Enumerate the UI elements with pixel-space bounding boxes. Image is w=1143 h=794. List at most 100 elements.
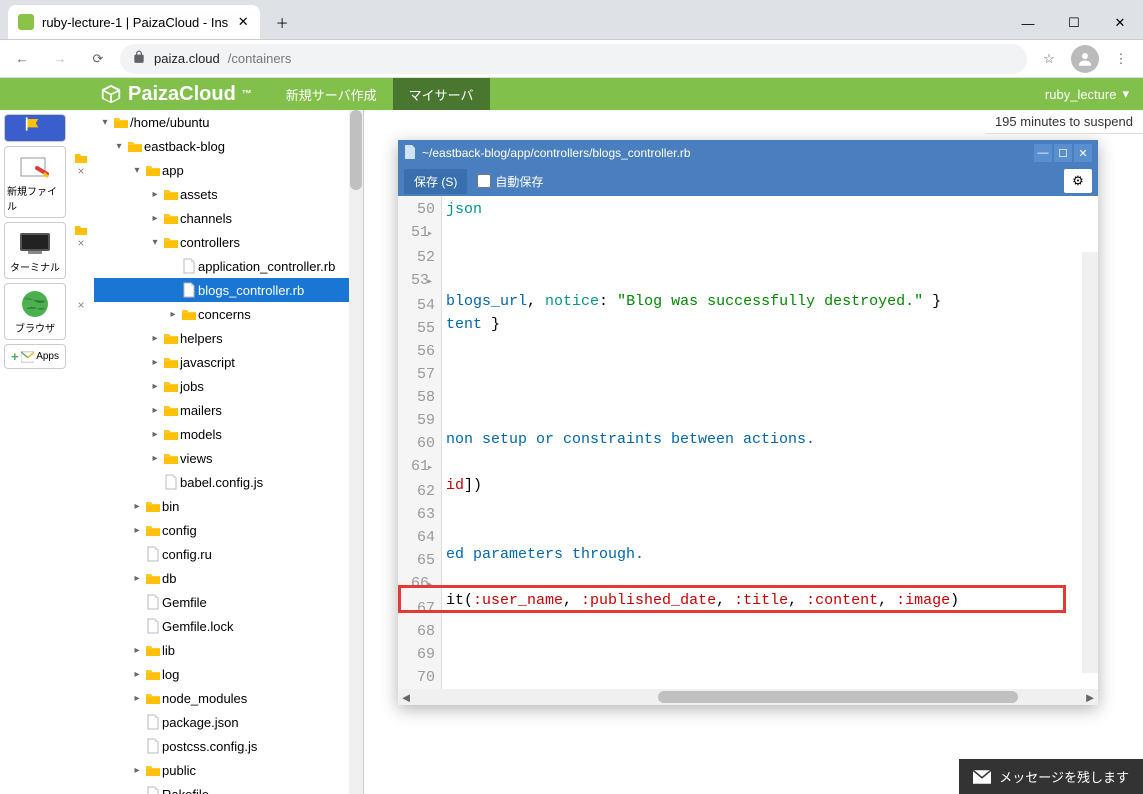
tree-folder[interactable]: ▸public <box>94 758 363 782</box>
tab-title: ruby-lecture-1 | PaizaCloud - Ins <box>42 15 228 30</box>
new-file-icon <box>17 153 53 181</box>
dock-terminal[interactable]: ターミナル <box>4 222 66 279</box>
tree-file[interactable]: Gemfile.lock <box>94 614 363 638</box>
mini-dock-item[interactable]: × <box>72 110 90 180</box>
code-line[interactable] <box>446 635 1098 658</box>
new-server-button[interactable]: 新規サーバ作成 <box>270 78 393 110</box>
tree-file[interactable]: application_controller.rb <box>94 254 363 278</box>
paiza-logo[interactable]: PaizaCloud ™ <box>0 83 270 106</box>
tree-file[interactable]: Gemfile <box>94 590 363 614</box>
tree-file[interactable]: postcss.config.js <box>94 734 363 758</box>
suspend-notice: 195 minutes to suspend <box>985 110 1143 134</box>
reload-button[interactable]: ⟳ <box>82 43 114 75</box>
message-button[interactable]: メッセージを残します <box>959 759 1143 794</box>
tree-file[interactable]: Rakefile <box>94 782 363 794</box>
scroll-left-icon[interactable]: ◄ <box>398 689 414 705</box>
code-line[interactable] <box>446 566 1098 589</box>
mail-icon <box>973 770 991 784</box>
code-area[interactable]: json blogs_url, notice: "Blog was success… <box>442 196 1098 689</box>
tree-folder[interactable]: ▸node_modules <box>94 686 363 710</box>
code-line[interactable]: blogs_url, notice: "Blog was successfull… <box>446 290 1098 313</box>
code-line[interactable] <box>446 221 1098 244</box>
tree-folder[interactable]: ▸helpers <box>94 326 363 350</box>
autosave-checkbox[interactable]: 自動保存 <box>477 173 543 190</box>
bookmark-button[interactable]: ☆ <box>1033 43 1065 75</box>
tree-folder[interactable]: ▾app <box>94 158 363 182</box>
forward-button[interactable]: → <box>44 43 76 75</box>
scrollbar-thumb[interactable] <box>658 691 1018 703</box>
maximize-button[interactable]: ☐ <box>1051 7 1097 39</box>
tree-folder[interactable]: ▾eastback-blog <box>94 134 363 158</box>
tree-scrollbar[interactable] <box>349 110 363 794</box>
tree-file[interactable]: blogs_controller.rb <box>94 278 363 302</box>
profile-button[interactable] <box>1071 45 1099 73</box>
mini-dock-item[interactable]: × <box>72 182 90 252</box>
code-line[interactable] <box>446 382 1098 405</box>
code-line[interactable] <box>446 497 1098 520</box>
settings-button[interactable]: ⚙ <box>1064 169 1092 193</box>
code-line[interactable]: tent } <box>446 313 1098 336</box>
code-line[interactable]: id]) <box>446 474 1098 497</box>
tree-folder[interactable]: ▸javascript <box>94 350 363 374</box>
tree-folder[interactable]: ▸concerns <box>94 302 363 326</box>
tree-file[interactable]: babel.config.js <box>94 470 363 494</box>
code-line[interactable] <box>446 244 1098 267</box>
code-line[interactable] <box>446 267 1098 290</box>
browser-tab[interactable]: ruby-lecture-1 | PaizaCloud - Ins ✕ <box>8 5 260 39</box>
back-button[interactable]: ← <box>6 43 38 75</box>
close-window-button[interactable]: ✕ <box>1097 7 1143 39</box>
browser-tab-strip: ruby-lecture-1 | PaizaCloud - Ins ✕ ＋ — … <box>0 0 1143 40</box>
tree-folder[interactable]: ▸db <box>94 566 363 590</box>
code-line[interactable] <box>446 359 1098 382</box>
editor-vscrollbar[interactable] <box>1082 252 1098 673</box>
tree-file[interactable]: package.json <box>94 710 363 734</box>
tree-folder[interactable]: ▸config <box>94 518 363 542</box>
tree-folder[interactable]: ▸lib <box>94 638 363 662</box>
code-line[interactable]: it(:user_name, :published_date, :title, … <box>446 589 1098 612</box>
address-bar[interactable]: paiza.cloud/containers <box>120 44 1027 74</box>
tab-close-icon[interactable]: ✕ <box>236 15 250 29</box>
close-icon[interactable]: ✕ <box>1074 144 1092 162</box>
maximize-icon[interactable]: ☐ <box>1054 144 1072 162</box>
tree-folder[interactable]: ▸mailers <box>94 398 363 422</box>
new-tab-button[interactable]: ＋ <box>268 8 296 36</box>
dock-flag-button[interactable] <box>4 114 66 142</box>
tree-folder[interactable]: ▸jobs <box>94 374 363 398</box>
code-line[interactable] <box>446 451 1098 474</box>
tree-folder[interactable]: ▸log <box>94 662 363 686</box>
tree-folder[interactable]: ▸assets <box>94 182 363 206</box>
code-line[interactable]: ed parameters through. <box>446 543 1098 566</box>
code-line[interactable] <box>446 658 1098 681</box>
dock-browser[interactable]: ブラウザ <box>4 283 66 340</box>
globe-icon <box>17 290 53 318</box>
server-dropdown[interactable]: ruby_lecture ▾ <box>1031 86 1143 102</box>
mini-dock-item[interactable]: × <box>72 254 90 314</box>
menu-button[interactable]: ⋮ <box>1105 43 1137 75</box>
code-line[interactable] <box>446 336 1098 359</box>
minimize-icon[interactable]: — <box>1034 144 1052 162</box>
tree-file[interactable]: config.ru <box>94 542 363 566</box>
file-tree[interactable]: ▾/home/ubuntu▾eastback-blog▾app▸assets▸c… <box>94 110 363 794</box>
code-line[interactable]: non setup or constraints between actions… <box>446 428 1098 451</box>
minimize-button[interactable]: — <box>1005 7 1051 39</box>
code-line[interactable] <box>446 520 1098 543</box>
scroll-right-icon[interactable]: ► <box>1082 689 1098 705</box>
dock-label: ブラウザ <box>15 320 55 335</box>
editor-titlebar[interactable]: ~/eastback-blog/app/controllers/blogs_co… <box>398 140 1098 166</box>
autosave-input[interactable] <box>477 174 491 188</box>
tree-folder[interactable]: ▸models <box>94 422 363 446</box>
save-button[interactable]: 保存 (S) <box>404 169 467 194</box>
code-line[interactable] <box>446 405 1098 428</box>
dock-new-file[interactable]: 新規ファイル <box>4 146 66 218</box>
scrollbar-thumb[interactable] <box>350 110 362 190</box>
tree-root[interactable]: ▾/home/ubuntu <box>94 110 363 134</box>
code-line[interactable] <box>446 612 1098 635</box>
tree-folder[interactable]: ▾controllers <box>94 230 363 254</box>
dock-apps[interactable]: + Apps <box>4 344 66 369</box>
my-server-button[interactable]: マイサーバ <box>393 78 490 110</box>
tree-folder[interactable]: ▸bin <box>94 494 363 518</box>
tree-folder[interactable]: ▸channels <box>94 206 363 230</box>
code-line[interactable]: json <box>446 198 1098 221</box>
tree-folder[interactable]: ▸views <box>94 446 363 470</box>
editor-hscrollbar[interactable]: ◄ ► <box>398 689 1098 705</box>
